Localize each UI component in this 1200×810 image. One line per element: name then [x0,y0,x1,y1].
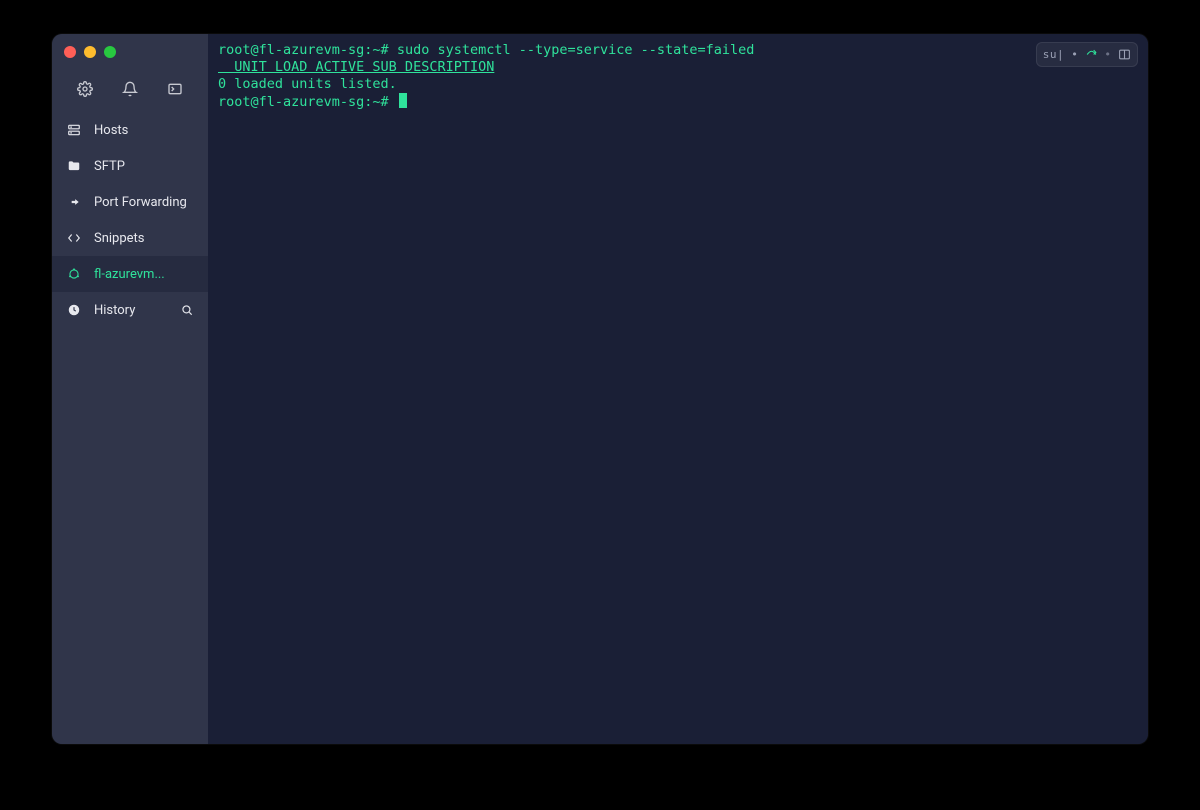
hosts-icon [66,122,82,138]
sidebar-item-snippets[interactable]: Snippets [52,220,208,256]
sidebar-item-label: Port Forwarding [94,195,194,210]
terminal-badge: su| • [1043,46,1079,63]
sidebar-item-port-forwarding[interactable]: Port Forwarding [52,184,208,220]
terminal-prompt: root@fl-azurevm-sg:~# [218,94,397,110]
folder-icon [66,158,82,174]
window-controls [52,40,208,68]
sidebar-nav: Hosts SFTP Port Forwarding Snippets [52,112,208,328]
sidebar: Hosts SFTP Port Forwarding Snippets [52,34,208,744]
terminal-line: root@fl-azurevm-sg:~# sudo systemctl --t… [218,42,1138,59]
ubuntu-icon [66,266,82,282]
terminal-line: UNIT LOAD ACTIVE SUB DESCRIPTION [218,59,1138,76]
sidebar-item-label: SFTP [94,159,194,174]
forward-icon [66,194,82,210]
close-window-button[interactable] [64,46,76,58]
maximize-window-button[interactable] [104,46,116,58]
terminal-cursor [399,93,407,108]
history-icon [66,302,82,318]
settings-icon[interactable] [76,80,94,98]
toolbar-dot: • [1104,46,1111,63]
sidebar-item-hosts[interactable]: Hosts [52,112,208,148]
notifications-icon[interactable] [121,80,139,98]
new-terminal-icon[interactable] [166,80,184,98]
search-icon[interactable] [180,303,194,317]
sidebar-item-label: Snippets [94,231,194,246]
share-icon[interactable] [1084,48,1098,62]
app-window: Hosts SFTP Port Forwarding Snippets [52,34,1148,744]
terminal-command: sudo systemctl --type=service --state=fa… [397,42,755,58]
sidebar-item-session[interactable]: fl-azurevm... [52,256,208,292]
minimize-window-button[interactable] [84,46,96,58]
split-pane-icon[interactable] [1117,48,1131,62]
terminal-line: root@fl-azurevm-sg:~# [218,93,1138,111]
sidebar-item-label: Hosts [94,123,194,138]
terminal-pane[interactable]: su| • • root@fl-azurevm-sg:~# sudo syste… [208,34,1148,744]
sidebar-top-icons [52,68,208,112]
sidebar-item-label: History [94,303,168,318]
sidebar-item-label: fl-azurevm... [94,267,194,282]
terminal-prompt: root@fl-azurevm-sg:~# [218,42,397,58]
snippets-icon [66,230,82,246]
terminal-toolbar: su| • • [1036,42,1138,67]
sidebar-item-sftp[interactable]: SFTP [52,148,208,184]
sidebar-item-history[interactable]: History [52,292,208,328]
terminal-line: 0 loaded units listed. [218,76,1138,93]
